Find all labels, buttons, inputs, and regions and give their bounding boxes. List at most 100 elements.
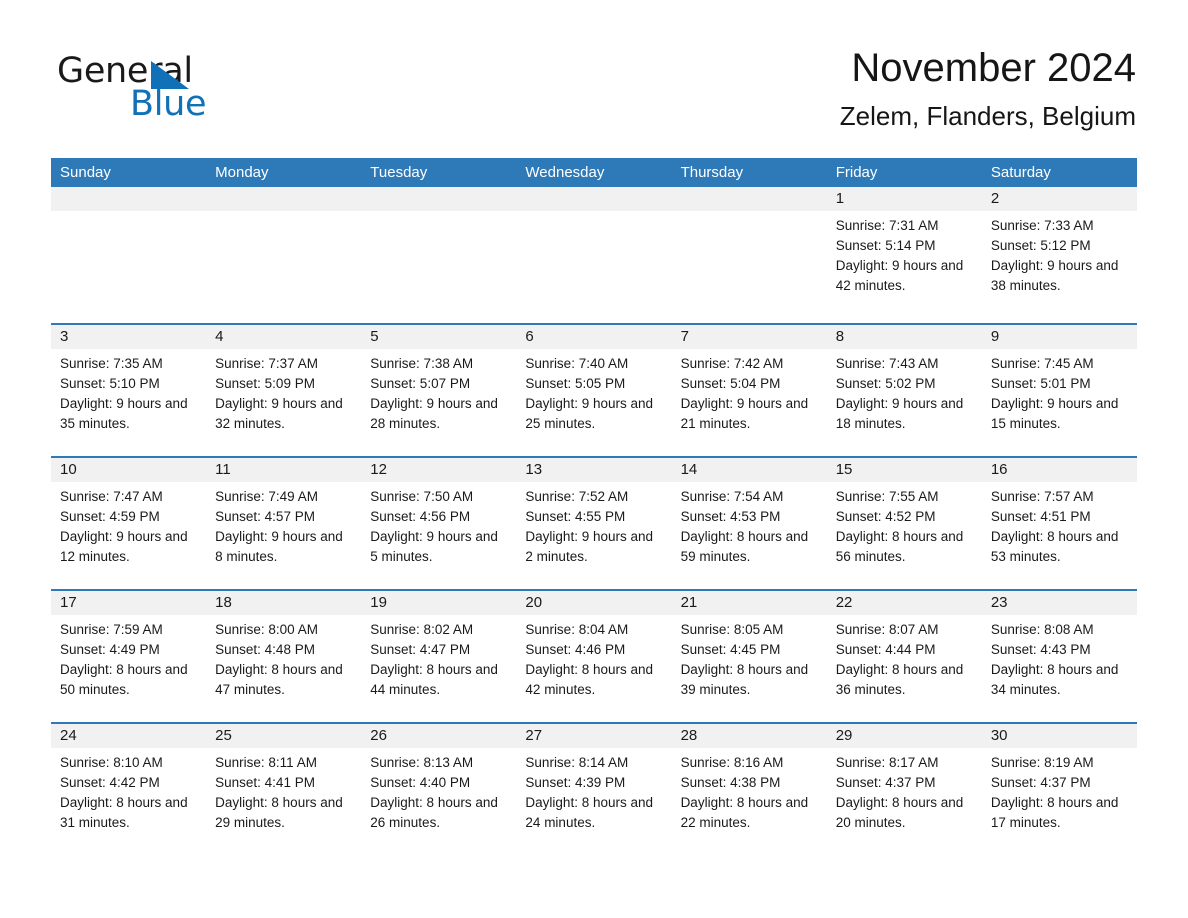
day-number: 18 bbox=[206, 591, 362, 615]
calendar-day-cell[interactable]: 12 Sunrise: 7:50 AM Sunset: 4:56 PM Dayligh… bbox=[361, 458, 517, 589]
day-number: 6 bbox=[516, 325, 672, 349]
calendar-day-cell[interactable]: 5 Sunrise: 7:38 AM Sunset: 5:07 PM Daylight… bbox=[361, 325, 517, 456]
sunrise-text: Sunrise: 8:04 AM bbox=[525, 622, 629, 637]
calendar-day-cell[interactable]: 15 Sunrise: 7:55 AM Sunset: 4:52 PM Dayligh… bbox=[826, 458, 982, 589]
calendar-day-cell[interactable]: 14 Sunrise: 7:54 AM Sunset: 4:53 PM Dayligh… bbox=[671, 458, 827, 589]
daylight-text: Daylight: 8 hours and 29 minutes. bbox=[215, 795, 343, 830]
daylight-text: Daylight: 8 hours and 20 minutes. bbox=[835, 795, 964, 830]
sunrise-text: Sunrise: 7:50 AM bbox=[370, 489, 474, 504]
sunset-text: Sunset: 4:47 PM bbox=[370, 642, 471, 657]
sunset-text: Sunset: 4:55 PM bbox=[525, 509, 626, 524]
sunrise-text: Sunrise: 7:31 AM bbox=[835, 218, 939, 233]
calendar-day-cell[interactable]: 2 Sunrise: 7:33 AM Sunset: 5:12 PM Daylight… bbox=[981, 187, 1137, 323]
calendar-day-cell[interactable]: 29 Sunrise: 8:17 AM Sunset: 4:37 PM Dayligh… bbox=[826, 724, 982, 855]
sunrise-text: Sunrise: 7:57 AM bbox=[990, 489, 1094, 504]
day-number: 1 bbox=[826, 187, 982, 211]
brand-logo[interactable]: General Blue bbox=[57, 53, 317, 123]
calendar-day-cell[interactable]: 4 Sunrise: 7:37 AM Sunset: 5:09 PM Daylight… bbox=[206, 325, 362, 456]
sunrise-text: Sunrise: 7:42 AM bbox=[680, 356, 784, 371]
calendar-day-cell[interactable]: 9 Sunrise: 7:45 AM Sunset: 5:01 PM Daylight… bbox=[981, 325, 1137, 456]
weekday-header-wednesday: Wednesday bbox=[525, 164, 605, 181]
calendar-day-cell[interactable]: 24 Sunrise: 8:10 AM Sunset: 4:42 PM Dayligh… bbox=[51, 724, 207, 855]
day-number: 25 bbox=[206, 724, 362, 748]
sunrise-text: Sunrise: 7:47 AM bbox=[60, 489, 163, 504]
day-details: Sunrise: 7:37 AM Sunset: 5:09 PM Daylight:… bbox=[206, 349, 361, 434]
day-number: 13 bbox=[516, 458, 672, 482]
daylight-text: Daylight: 9 hours and 38 minutes. bbox=[990, 258, 1119, 293]
day-details: Sunrise: 8:04 AM Sunset: 4:46 PM Daylight:… bbox=[516, 615, 671, 700]
day-details: Sunrise: 7:45 AM Sunset: 5:01 PM Daylight:… bbox=[982, 349, 1137, 434]
calendar-day-cell[interactable]: 19 Sunrise: 8:02 AM Sunset: 4:47 PM Dayligh… bbox=[361, 591, 517, 722]
day-details: Sunrise: 8:19 AM Sunset: 4:37 PM Daylight:… bbox=[982, 748, 1137, 833]
calendar-day-cell-empty bbox=[671, 187, 827, 323]
calendar-day-cell[interactable]: 25 Sunrise: 8:11 AM Sunset: 4:41 PM Dayligh… bbox=[206, 724, 362, 855]
calendar-day-cell[interactable]: 6 Sunrise: 7:40 AM Sunset: 5:05 PM Daylight… bbox=[516, 325, 672, 456]
day-number: 20 bbox=[516, 591, 672, 615]
calendar-day-cell[interactable]: 27 Sunrise: 8:14 AM Sunset: 4:39 PM Dayligh… bbox=[516, 724, 672, 855]
sunrise-text: Sunrise: 8:07 AM bbox=[835, 622, 939, 637]
sunrise-text: Sunrise: 7:55 AM bbox=[835, 489, 939, 504]
calendar-grid: Sunday Monday Tuesday Wednesday Thursday… bbox=[51, 158, 1137, 855]
sunset-text: Sunset: 4:46 PM bbox=[525, 642, 626, 657]
calendar-day-cell[interactable]: 17 Sunrise: 7:59 AM Sunset: 4:49 PM Dayligh… bbox=[51, 591, 207, 722]
calendar-day-cell[interactable]: 20 Sunrise: 8:04 AM Sunset: 4:46 PM Dayligh… bbox=[516, 591, 672, 722]
weekday-header-tuesday: Tuesday bbox=[370, 164, 428, 181]
daylight-text: Daylight: 8 hours and 17 minutes. bbox=[990, 795, 1119, 830]
sunrise-text: Sunrise: 7:49 AM bbox=[215, 489, 318, 504]
page-header: General Blue November 2024 Zelem, Flande… bbox=[0, 0, 1188, 155]
calendar-day-cell[interactable]: 3 Sunrise: 7:35 AM Sunset: 5:10 PM Daylight… bbox=[51, 325, 207, 456]
sunset-text: Sunset: 5:07 PM bbox=[370, 376, 471, 391]
sunset-text: Sunset: 5:14 PM bbox=[835, 238, 936, 253]
sunset-text: Sunset: 4:41 PM bbox=[215, 775, 315, 790]
daylight-text: Daylight: 8 hours and 26 minutes. bbox=[370, 795, 498, 830]
calendar-day-cell[interactable]: 18 Sunrise: 8:00 AM Sunset: 4:48 PM Dayligh… bbox=[206, 591, 362, 722]
page-title: November 2024 bbox=[851, 46, 1136, 90]
day-number: 9 bbox=[981, 325, 1137, 349]
daylight-text: Daylight: 8 hours and 39 minutes. bbox=[680, 662, 809, 697]
day-number: 2 bbox=[981, 187, 1137, 211]
sunset-text: Sunset: 4:37 PM bbox=[990, 775, 1091, 790]
sunset-text: Sunset: 4:37 PM bbox=[835, 775, 936, 790]
day-number: 24 bbox=[51, 724, 207, 748]
calendar-day-cell-empty bbox=[206, 187, 362, 323]
day-number: 23 bbox=[981, 591, 1137, 615]
calendar-day-cell[interactable]: 21 Sunrise: 8:05 AM Sunset: 4:45 PM Dayligh… bbox=[671, 591, 827, 722]
calendar-day-cell[interactable]: 11 Sunrise: 7:49 AM Sunset: 4:57 PM Dayligh… bbox=[206, 458, 362, 589]
sunset-text: Sunset: 4:59 PM bbox=[60, 509, 160, 524]
day-details: Sunrise: 7:33 AM Sunset: 5:12 PM Daylight:… bbox=[982, 211, 1137, 296]
calendar-day-cell[interactable]: 23 Sunrise: 8:08 AM Sunset: 4:43 PM Dayligh… bbox=[981, 591, 1137, 722]
calendar-week-row: 24 Sunrise: 8:10 AM Sunset: 4:42 PM Dayligh… bbox=[51, 722, 1137, 855]
daylight-text: Daylight: 9 hours and 12 minutes. bbox=[60, 529, 188, 564]
day-details: Sunrise: 8:11 AM Sunset: 4:41 PM Daylight:… bbox=[206, 748, 361, 833]
day-details: Sunrise: 7:38 AM Sunset: 5:07 PM Daylight:… bbox=[361, 349, 516, 434]
sunrise-text: Sunrise: 8:16 AM bbox=[680, 755, 784, 770]
day-number: 28 bbox=[671, 724, 827, 748]
calendar-day-cell[interactable]: 7 Sunrise: 7:42 AM Sunset: 5:04 PM Daylight… bbox=[671, 325, 827, 456]
calendar-day-cell[interactable]: 10 Sunrise: 7:47 AM Sunset: 4:59 PM Dayligh… bbox=[51, 458, 207, 589]
day-number bbox=[51, 187, 207, 211]
daylight-text: Daylight: 8 hours and 59 minutes. bbox=[680, 529, 809, 564]
daylight-text: Daylight: 9 hours and 35 minutes. bbox=[60, 396, 188, 431]
daylight-text: Daylight: 9 hours and 8 minutes. bbox=[215, 529, 343, 564]
calendar-day-cell[interactable]: 28 Sunrise: 8:16 AM Sunset: 4:38 PM Dayligh… bbox=[671, 724, 827, 855]
calendar-day-cell[interactable]: 16 Sunrise: 7:57 AM Sunset: 4:51 PM Dayligh… bbox=[981, 458, 1137, 589]
day-details: Sunrise: 8:02 AM Sunset: 4:47 PM Daylight:… bbox=[361, 615, 516, 700]
day-details: Sunrise: 8:13 AM Sunset: 4:40 PM Daylight:… bbox=[361, 748, 516, 833]
calendar-day-cell[interactable]: 1 Sunrise: 7:31 AM Sunset: 5:14 PM Daylight… bbox=[826, 187, 982, 323]
day-number: 27 bbox=[516, 724, 672, 748]
calendar-day-cell[interactable]: 8 Sunrise: 7:43 AM Sunset: 5:02 PM Daylight… bbox=[826, 325, 982, 456]
calendar-day-cell[interactable]: 30 Sunrise: 8:19 AM Sunset: 4:37 PM Dayligh… bbox=[981, 724, 1137, 855]
sunset-text: Sunset: 4:49 PM bbox=[60, 642, 160, 657]
calendar-day-cell[interactable]: 26 Sunrise: 8:13 AM Sunset: 4:40 PM Dayligh… bbox=[361, 724, 517, 855]
day-number: 19 bbox=[361, 591, 517, 615]
calendar-day-cell[interactable]: 13 Sunrise: 7:52 AM Sunset: 4:55 PM Dayligh… bbox=[516, 458, 672, 589]
daylight-text: Daylight: 9 hours and 32 minutes. bbox=[215, 396, 343, 431]
calendar-day-cell[interactable]: 22 Sunrise: 8:07 AM Sunset: 4:44 PM Dayligh… bbox=[826, 591, 982, 722]
sunrise-text: Sunrise: 8:08 AM bbox=[990, 622, 1094, 637]
day-number: 10 bbox=[51, 458, 207, 482]
sunset-text: Sunset: 4:43 PM bbox=[990, 642, 1091, 657]
day-number: 7 bbox=[671, 325, 827, 349]
daylight-text: Daylight: 8 hours and 50 minutes. bbox=[60, 662, 188, 697]
sunrise-text: Sunrise: 8:00 AM bbox=[215, 622, 318, 637]
weekday-header-sunday: Sunday bbox=[60, 164, 111, 181]
